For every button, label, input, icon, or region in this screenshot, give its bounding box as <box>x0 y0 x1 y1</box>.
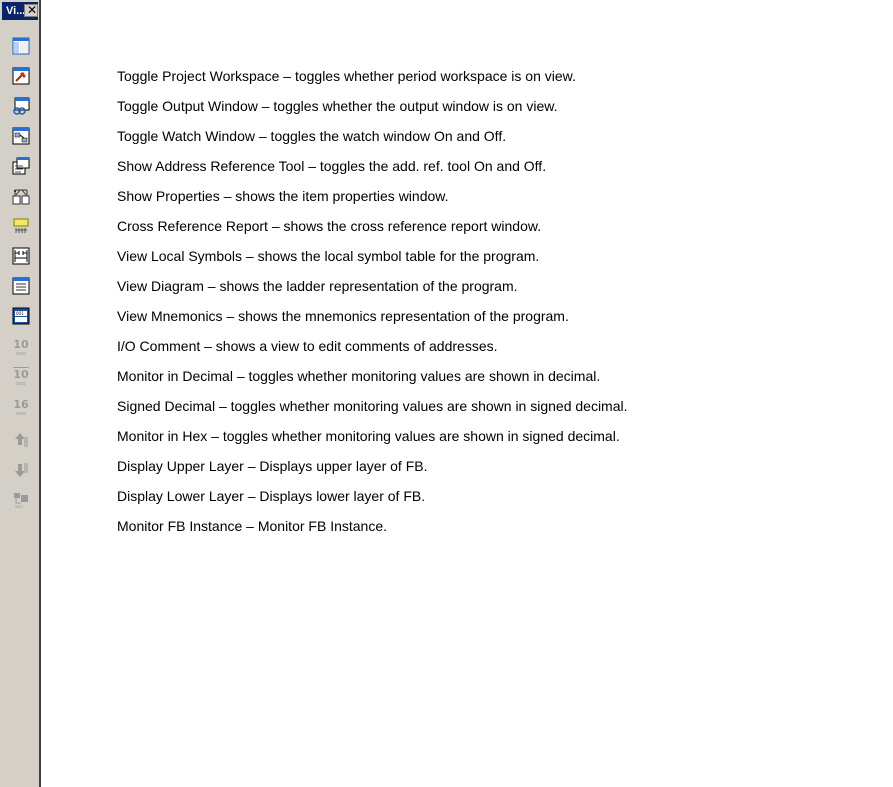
view-toolbar: Vi... ✕ 001 10 ɑɑɑ 10 ɑɑɑ 16 ɑɑɑ ɑɑɑ <box>0 0 41 787</box>
upper-layer-icon[interactable] <box>12 431 30 449</box>
hex-glyph: 16 <box>13 398 29 411</box>
toolbar-close-button[interactable]: ✕ <box>24 3 38 17</box>
description-mnemonics: View Mnemonics – shows the mnemonics rep… <box>117 308 569 324</box>
description-watch-window: Toggle Watch Window – toggles the watch … <box>117 128 507 144</box>
ladder-diagram-icon[interactable] <box>12 247 30 265</box>
description-io-comment: I/O Comment – shows a view to edit comme… <box>117 338 498 354</box>
cross-reference-icon[interactable] <box>12 187 30 205</box>
signed-decimal-glyph: 10 <box>13 368 29 381</box>
local-symbols-icon[interactable] <box>12 217 30 235</box>
description-upper-layer: Display Upper Layer – Displays upper lay… <box>117 458 428 474</box>
description-fb-instance: Monitor FB Instance – Monitor FB Instanc… <box>117 518 388 534</box>
fb-instance-icon[interactable]: ɑɑɑ <box>12 491 30 509</box>
decimal-icon[interactable]: 10 ɑɑɑ <box>12 338 30 358</box>
description-lower-layer: Display Lower Layer – Displays lower lay… <box>117 488 426 504</box>
toolbar-edge <box>39 0 41 787</box>
decimal-glyph: 10 <box>13 338 29 351</box>
mnemonics-icon[interactable] <box>12 277 30 295</box>
lower-layer-icon[interactable] <box>12 461 30 479</box>
hex-icon[interactable]: 16 ɑɑɑ <box>12 398 30 418</box>
description-decimal: Monitor in Decimal – toggles whether mon… <box>117 368 601 384</box>
description-output-window: Toggle Output Window – toggles whether t… <box>117 98 558 114</box>
close-icon: ✕ <box>27 3 38 17</box>
address-reference-icon[interactable] <box>12 127 30 145</box>
project-workspace-icon[interactable] <box>12 37 30 55</box>
toolbar-title: Vi... <box>6 5 26 17</box>
svg-text:001: 001 <box>16 311 24 316</box>
io-comment-icon[interactable]: 001 <box>12 307 30 325</box>
description-ladder-diagram: View Diagram – shows the ladder represen… <box>117 278 518 294</box>
svg-text:ɑɑɑ: ɑɑɑ <box>15 504 23 509</box>
properties-icon[interactable] <box>12 157 30 175</box>
description-project-workspace: Toggle Project Workspace – toggles wheth… <box>117 68 576 84</box>
description-properties: Show Properties – shows the item propert… <box>117 188 449 204</box>
description-local-symbols: View Local Symbols – shows the local sym… <box>117 248 540 264</box>
description-signed-decimal: Signed Decimal – toggles whether monitor… <box>117 398 628 414</box>
description-address-reference: Show Address Reference Tool – toggles th… <box>117 158 547 174</box>
output-window-icon[interactable] <box>12 67 30 85</box>
description-hex: Monitor in Hex – toggles whether monitor… <box>117 428 620 444</box>
description-cross-reference: Cross Reference Report – shows the cross… <box>117 218 542 234</box>
watch-window-icon[interactable] <box>12 97 30 115</box>
signed-decimal-icon[interactable]: 10 ɑɑɑ <box>12 368 30 388</box>
